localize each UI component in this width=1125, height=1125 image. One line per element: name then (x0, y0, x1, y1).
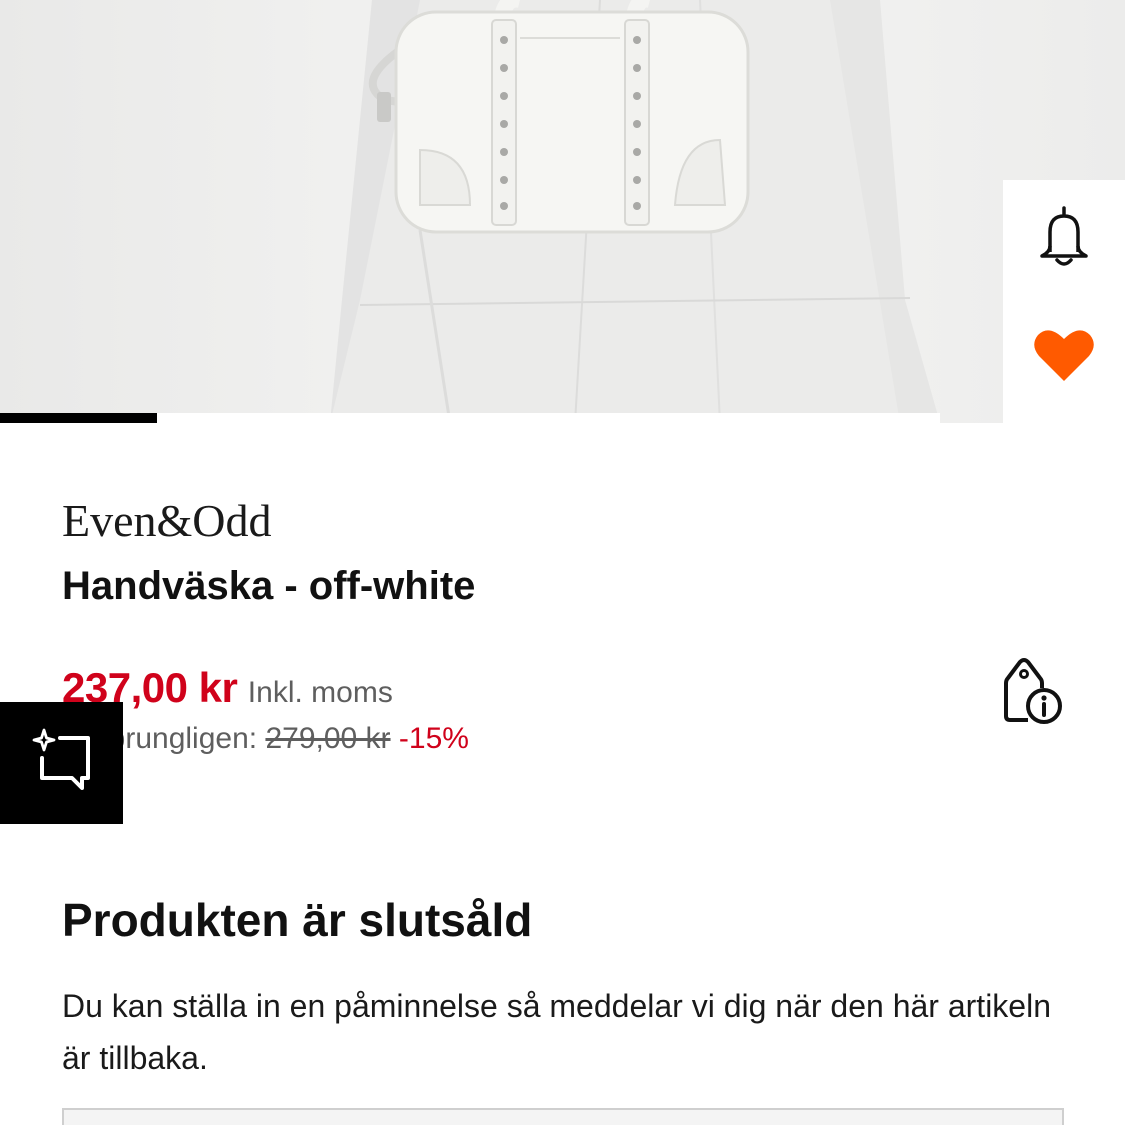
brand-name[interactable]: Even&Odd (62, 494, 272, 547)
product-title: Handväska - off-white (62, 564, 476, 608)
reminder-form[interactable] (62, 1108, 1064, 1125)
soldout-heading: Produkten är slutsåld (62, 894, 533, 946)
soldout-description: Du kan ställa in en påminnelse så meddel… (62, 988, 1051, 1076)
wishlist-button[interactable] (1003, 302, 1125, 412)
product-action-rail (1003, 180, 1125, 425)
heart-icon (1032, 327, 1096, 388)
image-carousel-progress-fill (0, 413, 157, 423)
image-carousel-progress (0, 413, 940, 423)
notify-me-button[interactable] (1003, 184, 1125, 294)
bell-icon (1038, 205, 1090, 273)
product-image[interactable] (0, 0, 1125, 423)
product-photo (330, 0, 940, 423)
price-tag-info-icon (1000, 658, 1066, 730)
sparkle-chat-icon (32, 728, 92, 799)
price-info-button[interactable] (1000, 656, 1066, 726)
original-price-row: Ursprungligen: 279,00 kr -15% (62, 722, 469, 756)
discount-badge: -15% (398, 722, 469, 755)
original-price: 279,00 kr (265, 722, 391, 755)
vat-note: Inkl. moms (247, 676, 393, 709)
ai-assistant-button[interactable] (0, 702, 123, 824)
